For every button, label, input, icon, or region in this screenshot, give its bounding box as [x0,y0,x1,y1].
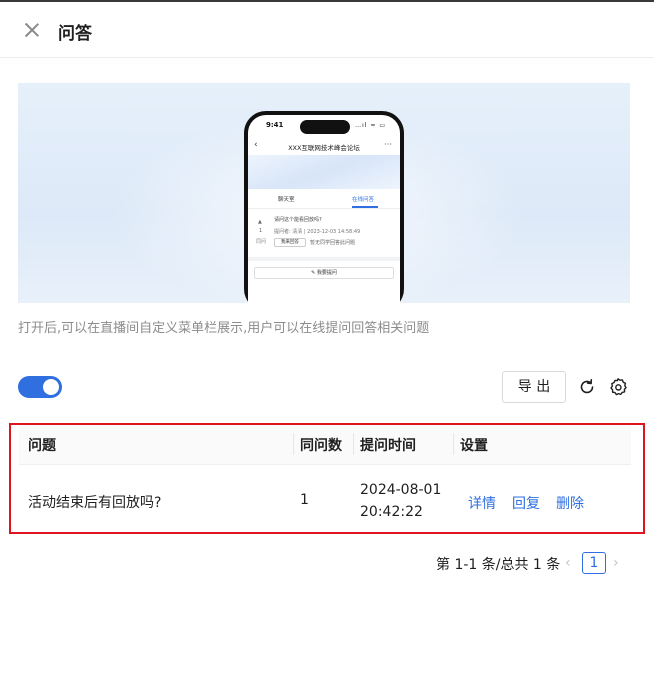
cell-ask-date: 2024-08-01 [360,482,442,498]
prev-page-button[interactable]: ‹ [565,555,571,571]
column-header-same-count: 同问数 [300,438,342,454]
toggle-knob [43,379,59,395]
phone-upvote-icon: ▲ [258,219,262,225]
feature-description: 打开后,可以在直播间自定义菜单栏展示,用户可以在线提问回答相关问题 [18,321,430,336]
phone-notch [300,120,350,134]
phone-answer-placeholder: 暂无同学回答此问题 [310,240,356,246]
phone-same-label: 同问 [256,239,267,245]
drawer-header: 问答 [0,2,654,58]
phone-hero-image [248,155,400,189]
detail-link[interactable]: 详情 [468,493,496,513]
phone-tab-underline [352,206,378,208]
column-divider [453,433,454,455]
phone-answer-button: 我来回答 [274,238,306,247]
phone-tab-chat: 聊天室 [278,197,295,203]
phone-divider [248,257,400,261]
column-header-settings: 设置 [460,438,488,454]
close-icon[interactable] [22,20,42,40]
qa-enable-toggle[interactable] [18,376,62,398]
column-header-ask-time: 提问时间 [360,438,416,454]
phone-question: 请问这个能看回放吗? [274,217,322,223]
column-divider [293,433,294,455]
phone-asker: 提问者: 清清 | 2023-12-03 14:58:49 [274,229,361,235]
next-page-button[interactable]: › [613,555,619,571]
phone-page-title: XXX互联网技术峰会论坛 [288,144,360,152]
phone-more-icon: ··· [384,140,392,149]
export-button[interactable]: 导 出 [502,371,566,403]
phone-vote-count: 1 [259,228,263,234]
page-title: 问答 [58,24,92,44]
phone-time: 9:41 [266,121,284,129]
column-divider [353,433,354,455]
table-header: 问题 同问数 提问时间 设置 [19,425,631,465]
cell-same-count: 1 [300,492,309,508]
refresh-icon[interactable] [577,377,597,397]
preview-banner: 9:41 …ıl ≈ ▭ ‹ XXX互联网技术峰会论坛 ··· 聊天室 在线问答… [18,83,630,303]
phone-tab-qa: 在线问答 [352,197,375,203]
delete-link[interactable]: 删除 [556,493,584,513]
column-header-question: 问题 [28,438,56,454]
reply-link[interactable]: 回复 [512,493,540,513]
cell-ask-time: 20:42:22 [360,504,423,520]
phone-tabs: 聊天室 在线问答 [248,189,400,209]
page-number-current[interactable]: 1 [582,552,606,574]
phone-mockup: 9:41 …ıl ≈ ▭ ‹ XXX互联网技术峰会论坛 ··· 聊天室 在线问答… [244,111,404,303]
phone-screen: 9:41 …ıl ≈ ▭ ‹ XXX互联网技术峰会论坛 ··· 聊天室 在线问答… [248,115,400,303]
phone-ask-button: ✎ 我要提问 [254,267,394,279]
qa-table: 问题 同问数 提问时间 设置 活动结束后有回放吗? 1 2024-08-01 2… [9,423,645,534]
cell-question: 活动结束后有回放吗? [28,495,162,511]
table-row: 活动结束后有回放吗? 1 2024-08-01 20:42:22 详情 回复 删… [19,466,631,532]
phone-status-icons: …ıl ≈ ▭ [355,122,386,129]
gear-icon[interactable] [608,377,628,397]
pagination-summary: 第 1-1 条/总共 1 条 [436,557,561,573]
